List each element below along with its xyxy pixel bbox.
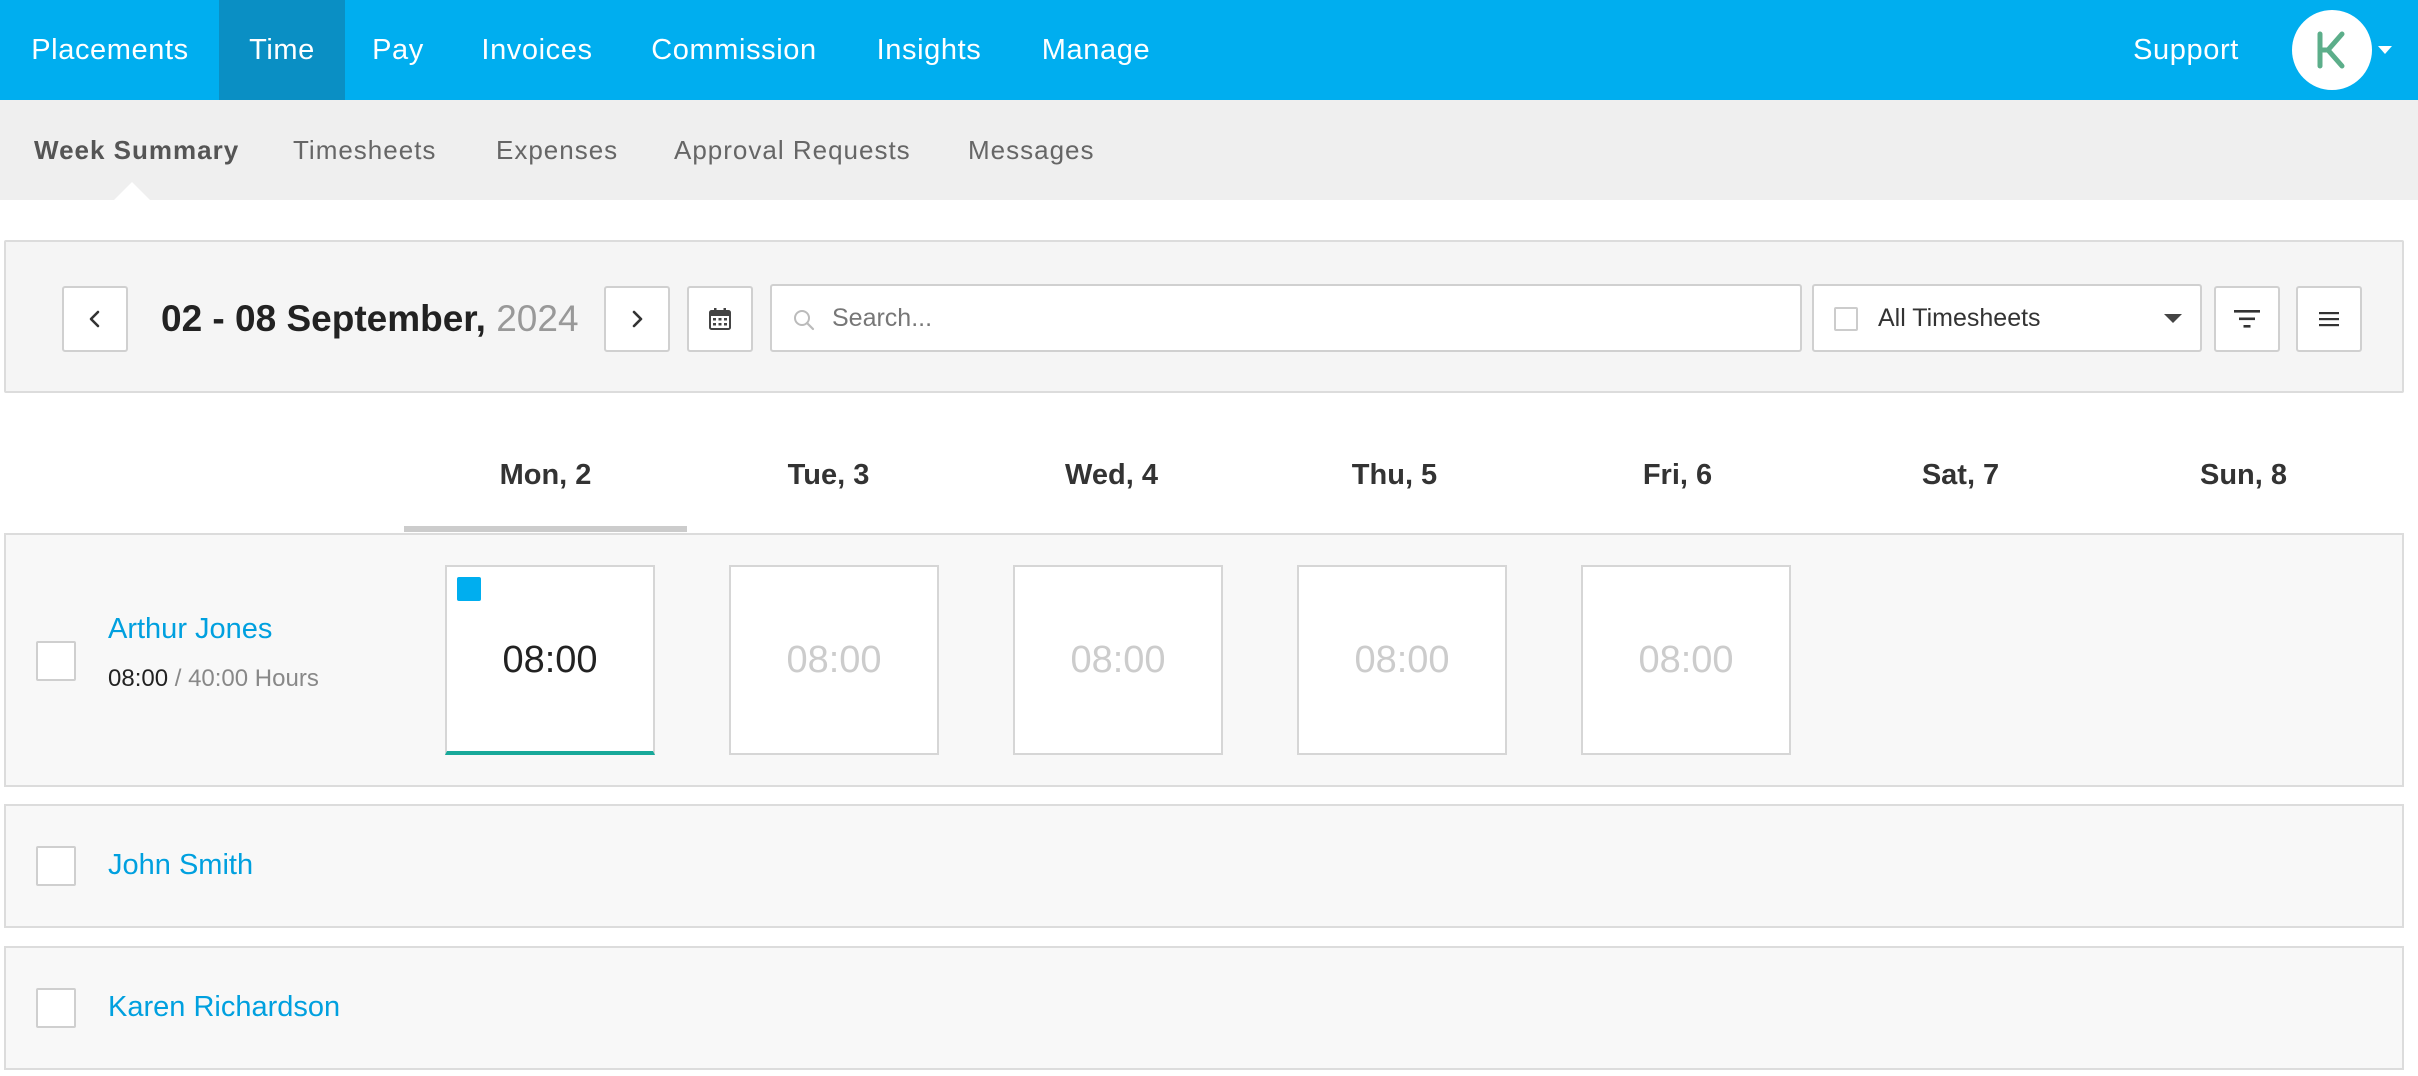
week-range-label: 02 - 08 September, 2024	[161, 286, 579, 352]
filter-icon	[2234, 310, 2260, 328]
person-name[interactable]: Karen Richardson	[108, 991, 340, 1024]
search-icon	[794, 310, 815, 331]
menu-icon	[2319, 312, 2339, 327]
nav-support[interactable]: Support	[2110, 0, 2262, 100]
row-checkbox[interactable]	[36, 641, 76, 681]
week-range: 02 - 08 September,	[161, 298, 486, 339]
chevron-right-icon	[632, 310, 643, 328]
day-cell-hours: 08:00	[1638, 639, 1734, 681]
search-field[interactable]	[770, 284, 1802, 352]
day-cell-hours: 08:00	[1070, 639, 1166, 681]
row-checkbox[interactable]	[36, 846, 76, 886]
person-row-karen-richardson: Karen Richardson	[4, 946, 2404, 1070]
next-week-button[interactable]	[604, 286, 670, 352]
nav-pay[interactable]: Pay	[345, 0, 451, 100]
day-cell-mon[interactable]: 08:00	[445, 565, 655, 755]
week-toolbar: 02 - 08 September, 2024 All Timesheets	[4, 240, 2404, 393]
calendar-button[interactable]	[687, 286, 753, 352]
subnav-approval-requests[interactable]: Approval Requests	[674, 100, 911, 200]
nav-invoices[interactable]: Invoices	[451, 0, 623, 100]
menu-button[interactable]	[2296, 286, 2362, 352]
select-all-checkbox[interactable]	[1834, 307, 1858, 331]
day-cell-thu[interactable]: 08:00	[1297, 565, 1507, 755]
subnav-timesheets[interactable]: Timesheets	[293, 100, 436, 200]
previous-week-button[interactable]	[62, 286, 128, 352]
filter-button[interactable]	[2214, 286, 2280, 352]
person-row-arthur-jones: Arthur Jones 08:00 / 40:00 Hours 08:00 0…	[4, 533, 2404, 787]
day-header-wed[interactable]: Wed, 4	[970, 440, 1253, 510]
day-header-mon[interactable]: Mon, 2	[404, 440, 687, 510]
nav-commission[interactable]: Commission	[623, 0, 845, 100]
timesheet-filter-select[interactable]: All Timesheets	[1812, 284, 2202, 352]
user-avatar[interactable]	[2292, 10, 2372, 90]
subnav-messages[interactable]: Messages	[968, 100, 1095, 200]
brand-logo-icon	[2317, 31, 2345, 69]
row-checkbox[interactable]	[36, 988, 76, 1028]
hours-total: / 40:00 Hours	[174, 665, 319, 692]
hours-summary: 08:00 / 40:00 Hours	[108, 665, 319, 693]
day-cell-tue[interactable]: 08:00	[729, 565, 939, 755]
day-cell-hours: 08:00	[786, 639, 882, 681]
calendar-icon	[709, 308, 731, 330]
day-cell-hours: 08:00	[502, 639, 598, 681]
person-name[interactable]: John Smith	[108, 849, 253, 882]
day-cell-hours: 08:00	[1354, 639, 1450, 681]
day-header-sun[interactable]: Sun, 8	[2102, 440, 2385, 510]
top-navigation: Placements Time Pay Invoices Commission …	[0, 0, 2418, 100]
nav-placements[interactable]: Placements	[0, 0, 220, 100]
week-year: 2024	[496, 298, 579, 339]
chevron-left-icon	[89, 310, 100, 328]
day-header-thu[interactable]: Thu, 5	[1253, 440, 1536, 510]
day-cell-fri[interactable]: 08:00	[1581, 565, 1791, 755]
subnav-expenses[interactable]: Expenses	[496, 100, 618, 200]
active-tab-pointer	[114, 182, 150, 200]
day-header-tue[interactable]: Tue, 3	[687, 440, 970, 510]
nav-time[interactable]: Time	[219, 0, 345, 100]
nav-insights[interactable]: Insights	[845, 0, 1013, 100]
nav-manage[interactable]: Manage	[1013, 0, 1179, 100]
person-row-john-smith: John Smith	[4, 804, 2404, 928]
day-header-sat[interactable]: Sat, 7	[1819, 440, 2102, 510]
day-cell-wed[interactable]: 08:00	[1013, 565, 1223, 755]
hours-done: 08:00	[108, 665, 169, 692]
person-name[interactable]: Arthur Jones	[108, 613, 272, 646]
search-input[interactable]	[832, 286, 1782, 350]
avatar-dropdown-caret-icon[interactable]	[2378, 46, 2392, 54]
timesheet-filter-label: All Timesheets	[1878, 304, 2041, 332]
chevron-down-icon	[2164, 314, 2182, 323]
sub-navigation: Week Summary Timesheets Expenses Approva…	[0, 100, 2418, 200]
day-header-fri[interactable]: Fri, 6	[1536, 440, 1819, 510]
selected-day-underline	[404, 526, 687, 532]
